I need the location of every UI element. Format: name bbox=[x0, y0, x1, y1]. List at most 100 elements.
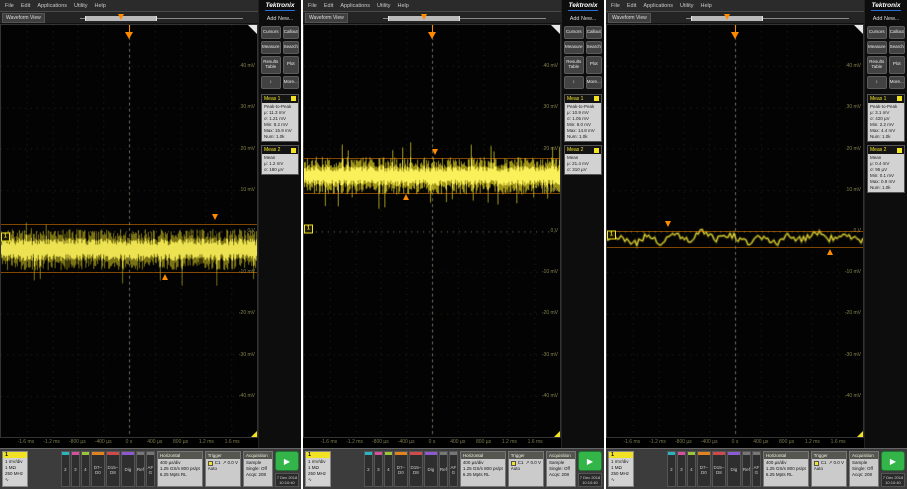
more-button[interactable]: More... bbox=[283, 76, 299, 89]
waveform-canvas[interactable] bbox=[304, 25, 560, 437]
digital-button[interactable]: Dig bbox=[424, 451, 438, 487]
search-button[interactable]: Search bbox=[889, 41, 905, 54]
plot-button[interactable]: Plot bbox=[586, 56, 602, 74]
run-stop-button[interactable]: ▶ bbox=[275, 451, 299, 471]
menu-utility[interactable]: Utility bbox=[74, 3, 87, 9]
trigger-badge[interactable]: Trigger C1 ↗ 0.0 V Auto bbox=[508, 451, 544, 487]
plot-button[interactable]: Plot bbox=[283, 56, 299, 74]
trigger-position-icon[interactable] bbox=[125, 25, 133, 39]
menu-utility[interactable]: Utility bbox=[680, 3, 693, 9]
menu-edit[interactable]: Edit bbox=[21, 3, 30, 9]
channel1-badge[interactable]: 1 1 mV/div 1 MΩ 250 MHz ∿ bbox=[2, 451, 28, 487]
channel4-button[interactable]: 4 bbox=[81, 451, 90, 487]
digital-d7-d0-button[interactable]: D7–D0 bbox=[91, 451, 105, 487]
vertical-scale-icon[interactable]: ↕ bbox=[867, 76, 887, 89]
expand-handle-icon[interactable] bbox=[854, 25, 863, 34]
run-stop-button[interactable]: ▶ bbox=[578, 451, 602, 471]
measurement-badge-2[interactable]: Meas 2 Mean μ: 1.2 mV σ: 180 µV bbox=[261, 145, 299, 175]
channel4-button[interactable]: 4 bbox=[384, 451, 393, 487]
annotation-arrow-upper-icon[interactable] bbox=[432, 149, 438, 155]
trigger-position-icon[interactable] bbox=[731, 25, 739, 39]
measure-button[interactable]: Measure bbox=[564, 41, 584, 54]
cursors-button[interactable]: Cursors bbox=[261, 26, 281, 39]
trigger-badge[interactable]: Trigger C1 ↗ 0.0 V Auto bbox=[205, 451, 241, 487]
acquisition-badge[interactable]: Acquisition Sample Single: Off Acqs: 208 bbox=[546, 451, 576, 487]
search-button[interactable]: Search bbox=[283, 41, 299, 54]
callout-button[interactable]: Callout bbox=[586, 26, 602, 39]
menu-help[interactable]: Help bbox=[94, 3, 105, 9]
vertical-scale-icon[interactable]: ↕ bbox=[261, 76, 281, 89]
overview-trigger-marker-icon[interactable] bbox=[421, 14, 427, 20]
channel1-ground-marker[interactable]: 1 bbox=[1, 233, 10, 242]
annotation-arrow-lower-icon[interactable] bbox=[403, 194, 409, 200]
measurement-badge-2[interactable]: Meas 2 Mean μ: 21.4 mV σ: 310 µV bbox=[564, 145, 602, 175]
acquisition-badge[interactable]: Acquisition Sample Single: Off Acqs: 208 bbox=[849, 451, 879, 487]
digital-d15-d8-button[interactable]: D15–D8 bbox=[106, 451, 120, 487]
callout-button[interactable]: Callout bbox=[283, 26, 299, 39]
cursors-button[interactable]: Cursors bbox=[564, 26, 584, 39]
afg-button[interactable]: AFG bbox=[752, 451, 761, 487]
cursors-button[interactable]: Cursors bbox=[867, 26, 887, 39]
measure-button[interactable]: Measure bbox=[261, 41, 281, 54]
measurement-badge-1[interactable]: Meas 1 Peak-to-Peak μ: 3.1 mV σ: 420 µV … bbox=[867, 94, 905, 142]
measurement-badge-1[interactable]: Meas 1 Peak-to-Peak μ: 11.3 mV σ: 1.21 m… bbox=[261, 94, 299, 142]
channel2-button[interactable]: 2 bbox=[667, 451, 676, 487]
search-button[interactable]: Search bbox=[586, 41, 602, 54]
menu-file[interactable]: File bbox=[5, 3, 14, 9]
menu-edit[interactable]: Edit bbox=[627, 3, 636, 9]
more-button[interactable]: More... bbox=[889, 76, 905, 89]
menu-file[interactable]: File bbox=[308, 3, 317, 9]
annotation-arrow-lower-icon[interactable] bbox=[162, 274, 168, 280]
graticule[interactable]: 40 mV 30 mV 20 mV 10 mV 0 V -10 mV -20 m… bbox=[0, 24, 258, 438]
trigger-badge[interactable]: Trigger C1 ↗ 0.0 V Auto bbox=[811, 451, 847, 487]
results-table-button[interactable]: Results Table bbox=[564, 56, 584, 74]
menu-applications[interactable]: Applications bbox=[37, 3, 67, 9]
annotation-arrow-lower-icon[interactable] bbox=[827, 249, 833, 255]
measurement-badge-2[interactable]: Meas 2 Mean μ: 0.4 mV σ: 95 µV Min: 0.1 … bbox=[867, 145, 905, 193]
run-stop-button[interactable]: ▶ bbox=[881, 451, 905, 471]
digital-button[interactable]: Dig bbox=[121, 451, 135, 487]
menu-file[interactable]: File bbox=[611, 3, 620, 9]
digital-d7-d0-button[interactable]: D7–D0 bbox=[697, 451, 711, 487]
trigger-position-icon[interactable] bbox=[428, 25, 436, 39]
expand-handle-icon[interactable] bbox=[551, 25, 560, 34]
horizontal-badge[interactable]: Horizontal 400 µs/div 1.25 GS/s 800 ps/p… bbox=[460, 451, 506, 487]
horizontal-badge[interactable]: Horizontal 400 µs/div 1.25 GS/s 800 ps/p… bbox=[157, 451, 203, 487]
annotation-arrow-upper-icon[interactable] bbox=[212, 214, 218, 220]
more-button[interactable]: More... bbox=[586, 76, 602, 89]
overview-trigger-marker-icon[interactable] bbox=[118, 14, 124, 20]
measure-button[interactable]: Measure bbox=[867, 41, 887, 54]
afg-button[interactable]: AFG bbox=[449, 451, 458, 487]
menu-edit[interactable]: Edit bbox=[324, 3, 333, 9]
overview-trigger-marker-icon[interactable] bbox=[724, 14, 730, 20]
callout-button[interactable]: Callout bbox=[889, 26, 905, 39]
measurement-badge-1[interactable]: Meas 1 Peak-to-Peak μ: 10.9 mV σ: 1.05 m… bbox=[564, 94, 602, 142]
channel3-button[interactable]: 3 bbox=[677, 451, 686, 487]
digital-d15-d8-button[interactable]: D15–D8 bbox=[409, 451, 423, 487]
ref-button[interactable]: Ref bbox=[439, 451, 448, 487]
channel1-ground-marker[interactable]: 1 bbox=[304, 224, 313, 233]
ref-button[interactable]: Ref bbox=[136, 451, 145, 487]
channel3-button[interactable]: 3 bbox=[71, 451, 80, 487]
menu-applications[interactable]: Applications bbox=[643, 3, 673, 9]
horizontal-badge[interactable]: Horizontal 400 µs/div 1.25 GS/s 800 ps/p… bbox=[763, 451, 809, 487]
channel4-button[interactable]: 4 bbox=[687, 451, 696, 487]
ref-button[interactable]: Ref bbox=[742, 451, 751, 487]
expand-handle-icon[interactable] bbox=[248, 25, 257, 34]
afg-button[interactable]: AFG bbox=[146, 451, 155, 487]
channel1-badge[interactable]: 1 1 mV/div 1 MΩ 250 MHz ∿ bbox=[608, 451, 634, 487]
digital-button[interactable]: Dig bbox=[727, 451, 741, 487]
plot-button[interactable]: Plot bbox=[889, 56, 905, 74]
menu-applications[interactable]: Applications bbox=[340, 3, 370, 9]
graticule[interactable]: 40 mV 30 mV 20 mV 10 mV 0 V -10 mV -20 m… bbox=[303, 24, 561, 438]
digital-d15-d8-button[interactable]: D15–D8 bbox=[712, 451, 726, 487]
annotation-arrow-upper-icon[interactable] bbox=[665, 221, 671, 227]
vertical-scale-icon[interactable]: ↕ bbox=[564, 76, 584, 89]
menu-help[interactable]: Help bbox=[397, 3, 408, 9]
channel1-ground-marker[interactable]: 1 bbox=[607, 231, 616, 240]
results-table-button[interactable]: Results Table bbox=[261, 56, 281, 74]
channel2-button[interactable]: 2 bbox=[364, 451, 373, 487]
waveform-canvas[interactable] bbox=[1, 25, 257, 437]
channel1-badge[interactable]: 1 1 mV/div 1 MΩ 250 MHz ∿ bbox=[305, 451, 331, 487]
menu-help[interactable]: Help bbox=[700, 3, 711, 9]
